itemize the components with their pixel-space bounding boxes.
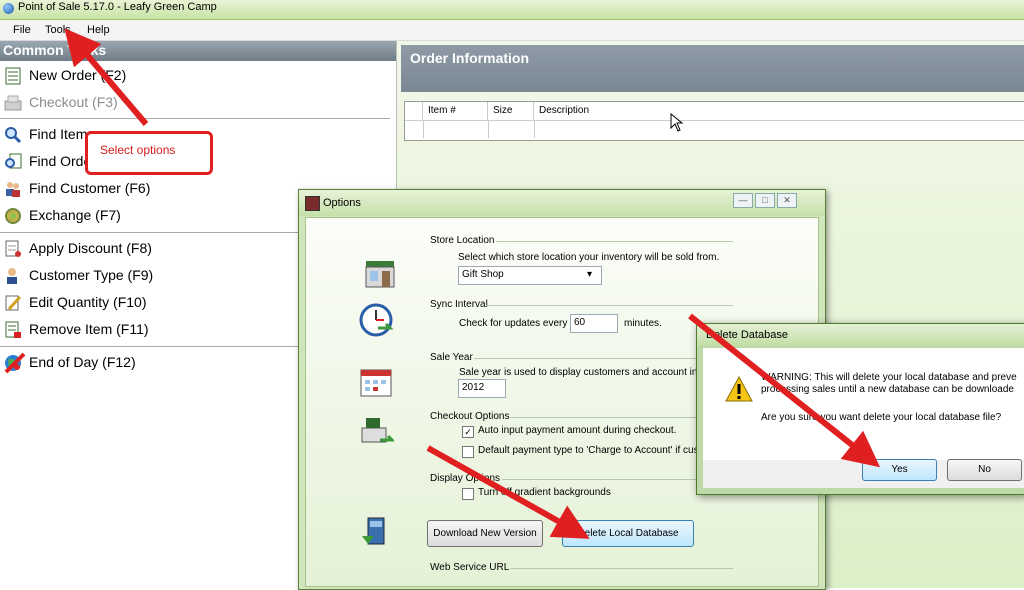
annotation-arrows bbox=[4, 28, 881, 539]
arrow-to-delete-button bbox=[426, 445, 590, 539]
arrow-to-tools-menu bbox=[64, 28, 149, 126]
arrow-to-end-of-day bbox=[4, 352, 26, 374]
arrow-to-yes-button bbox=[688, 313, 881, 468]
